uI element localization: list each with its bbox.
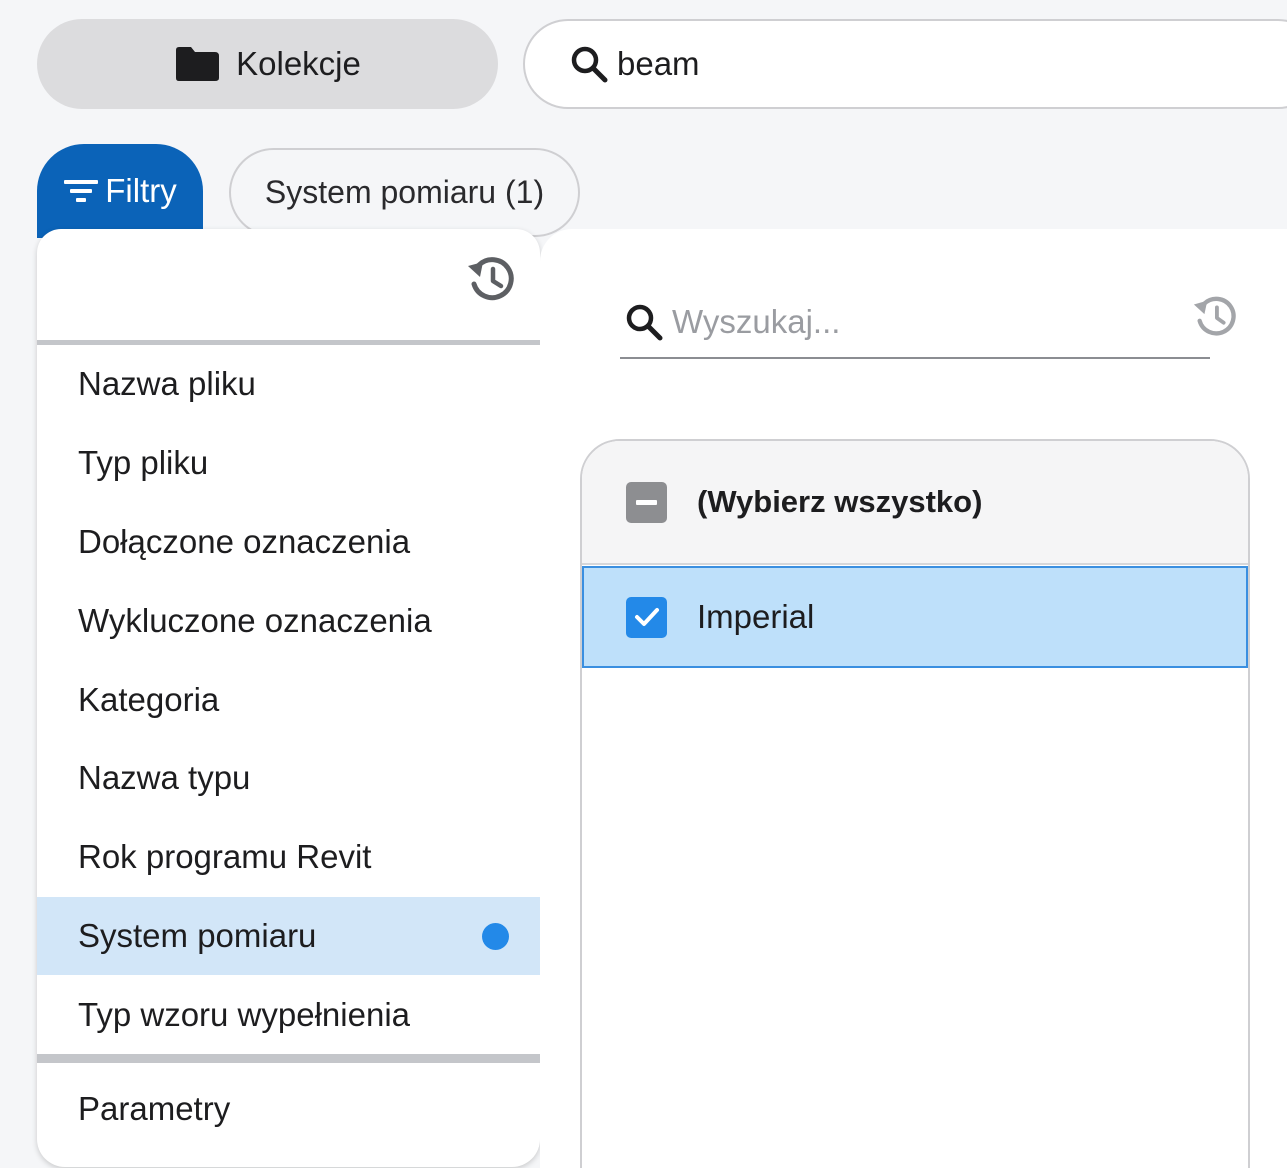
folder-icon [176,47,220,81]
menu-item-label: Typ pliku [78,444,209,482]
menu-item-excluded-tags[interactable]: Wykluczone oznaczenia [37,581,540,660]
menu-item-label: Nazwa typu [78,759,251,797]
filters-button[interactable]: Filtry [37,144,203,238]
menu-item-label: Typ wzoru wypełnienia [78,995,410,1033]
menu-item-label: Dołączone oznaczenia [78,522,411,560]
menu-item-parameters[interactable]: Parametry [37,1063,540,1155]
checkbox-checked[interactable] [626,596,667,638]
history-icon[interactable] [1191,292,1239,340]
menu-item-label: Rok programu Revit [78,838,372,876]
filter-values-panel: (Wybierz wszystko) Imperial [540,229,1287,1168]
search-box[interactable] [523,19,1287,109]
option-row-imperial[interactable]: Imperial [582,566,1248,668]
search-icon [571,46,608,83]
menu-item-measurement-system[interactable]: System pomiaru [37,896,540,976]
values-search-box[interactable] [620,287,1210,359]
filter-icon [64,180,99,202]
history-icon[interactable] [465,253,517,305]
page: Kolekcje Filtry System pomiaru (1) [0,0,1287,1168]
values-list: (Wybierz wszystko) Imperial [580,439,1250,1168]
checkbox-indeterminate-icon[interactable] [626,481,667,523]
collections-label: Kolekcje [236,45,361,82]
menu-item-label: Parametry [78,1090,231,1128]
menu-item-type-name[interactable]: Nazwa typu [37,739,540,818]
menu-item-file-name[interactable]: Nazwa pliku [37,345,540,424]
menu-item-category[interactable]: Kategoria [37,660,540,739]
menu-item-label: System pomiaru [78,916,317,954]
search-icon [626,304,663,341]
active-filter-dot [482,922,509,950]
search-input[interactable] [617,45,1217,83]
values-search-input[interactable] [672,303,1172,341]
checkmark-icon [634,608,659,626]
option-label: Imperial [697,598,815,635]
menu-item-file-type[interactable]: Typ pliku [37,424,540,503]
active-filter-chip[interactable]: System pomiaru (1) [229,148,580,237]
menu-item-fill-pattern-type[interactable]: Typ wzoru wypełnienia [37,975,540,1054]
menu-divider [37,1054,540,1064]
active-filter-chip-label: System pomiaru (1) [264,174,545,210]
menu-item-label: Kategoria [78,680,220,718]
filter-category-header [37,229,540,345]
select-all-label: (Wybierz wszystko) [697,484,983,519]
select-all-row[interactable]: (Wybierz wszystko) [582,441,1248,565]
filter-category-panel: Nazwa pliku Typ pliku Dołączone oznaczen… [37,229,540,1167]
menu-item-revit-year[interactable]: Rok programu Revit [37,818,540,897]
menu-item-label: Nazwa pliku [78,365,256,403]
menu-item-included-tags[interactable]: Dołączone oznaczenia [37,503,540,582]
collections-button[interactable]: Kolekcje [37,19,498,109]
filters-label: Filtry [105,172,177,209]
menu-item-label: Wykluczone oznaczenia [78,601,432,639]
